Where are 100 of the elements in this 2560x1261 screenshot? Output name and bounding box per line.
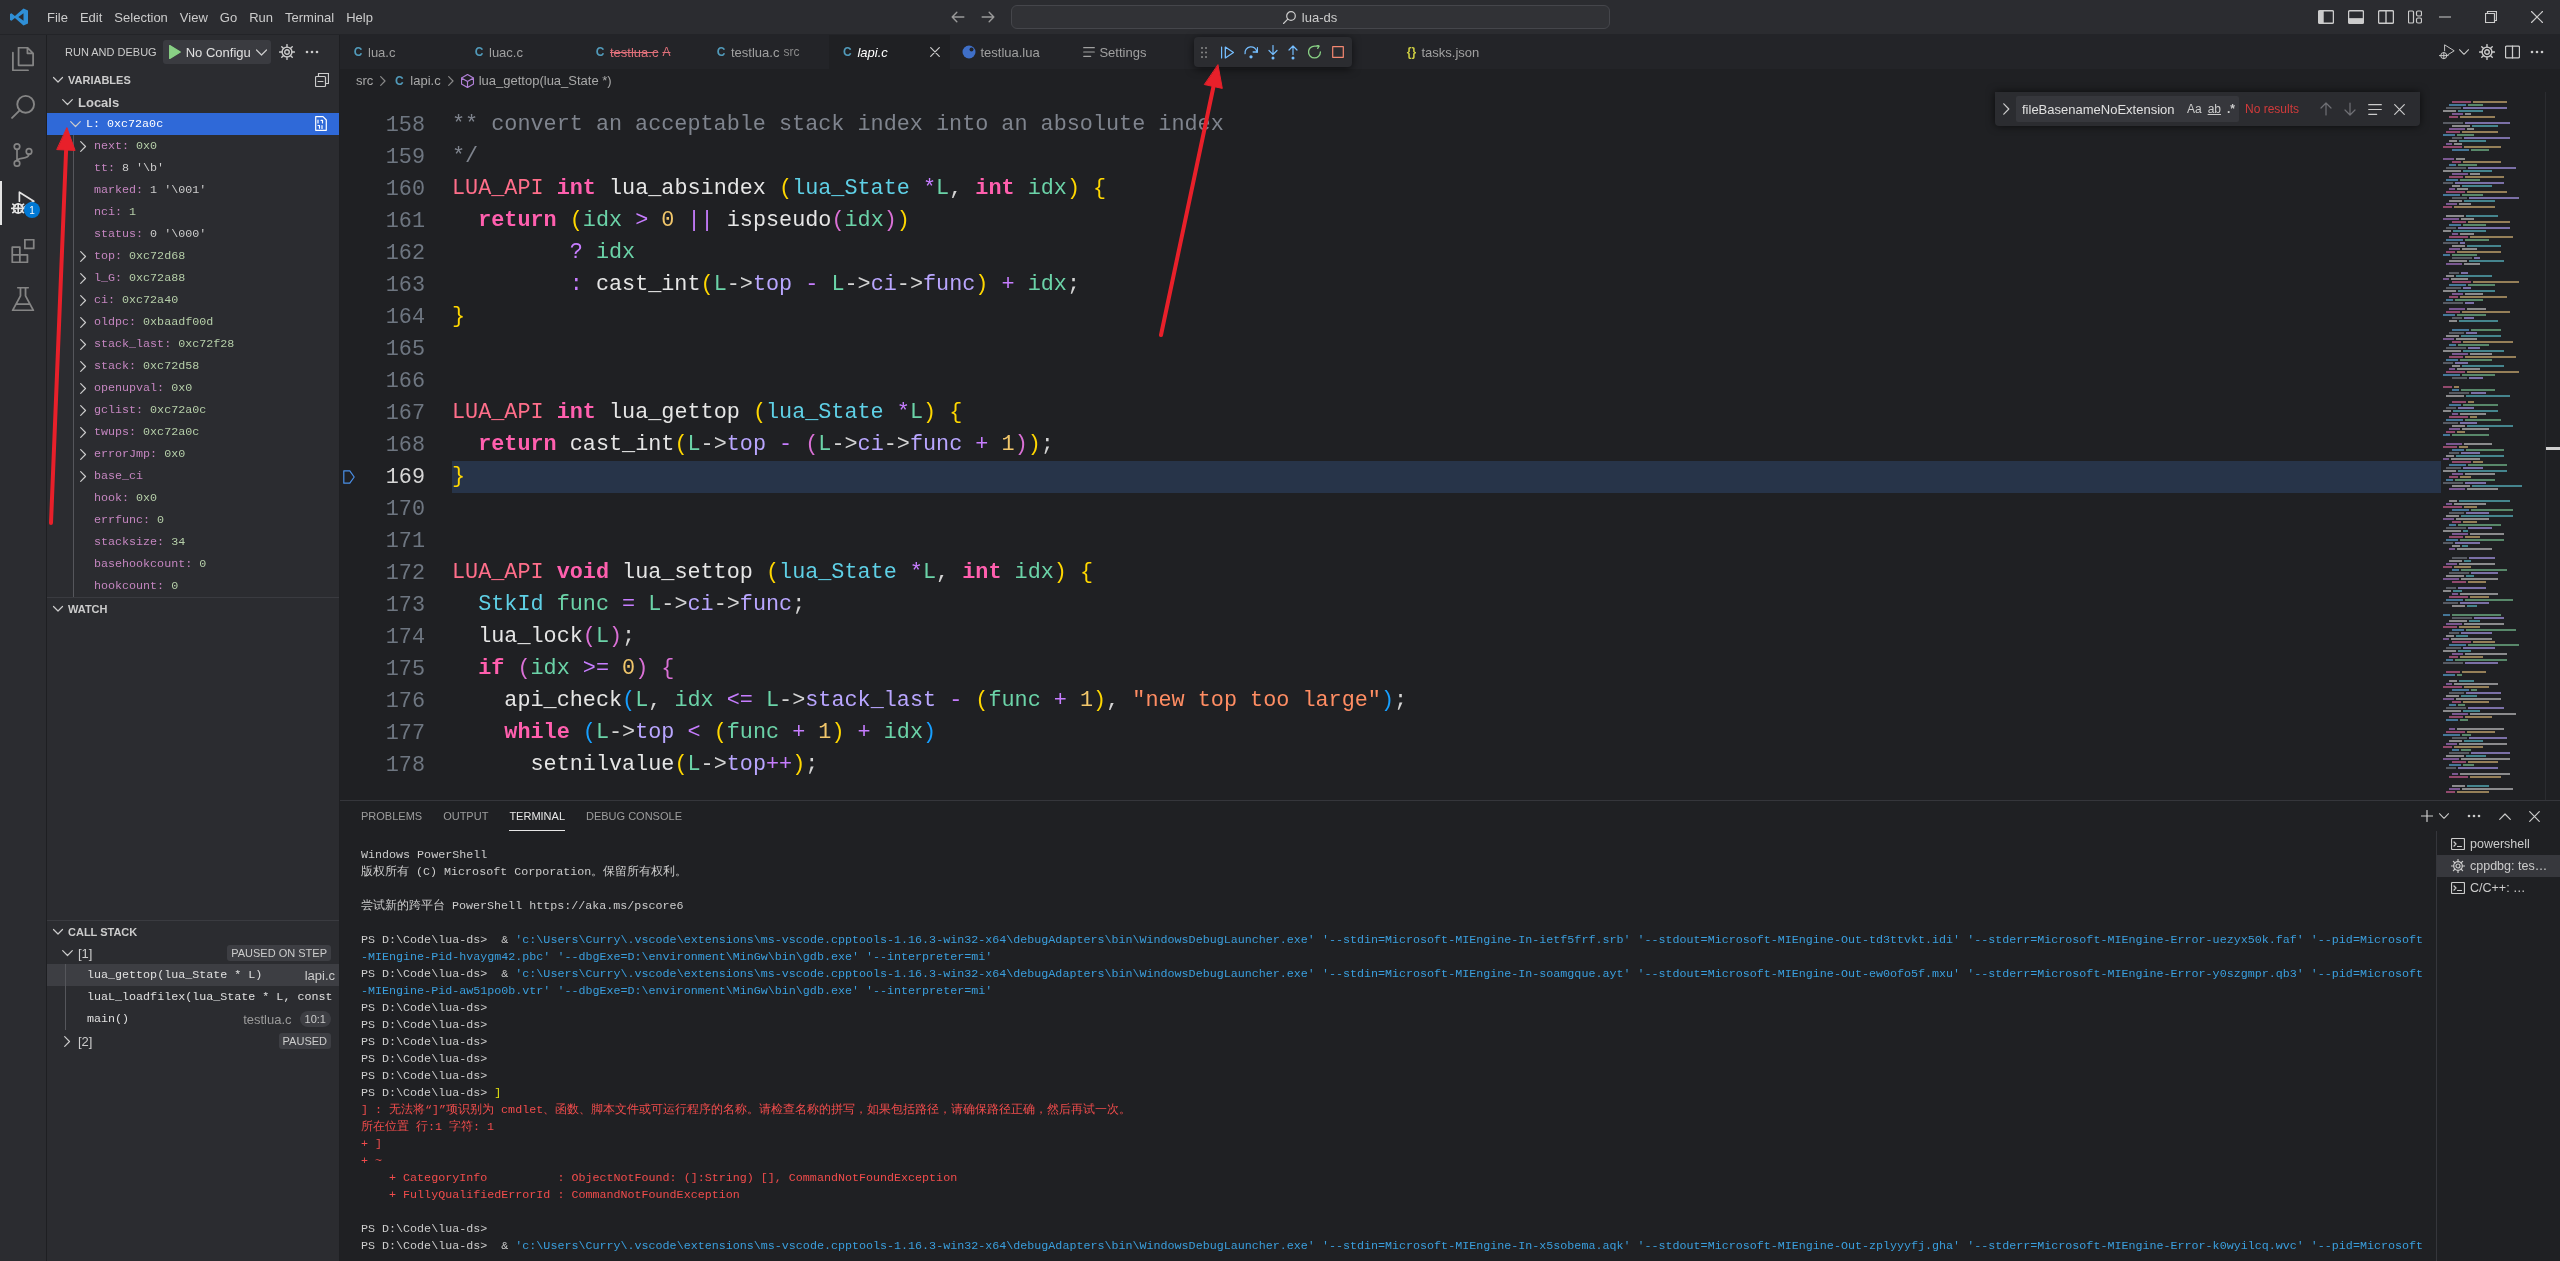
editor-tab[interactable]: Settings — [1071, 35, 1193, 69]
variable-item[interactable]: errorJmp: 0x0 — [47, 443, 339, 465]
variable-item[interactable]: stack: 0xc72d58 — [47, 355, 339, 377]
sidebar-left-icon[interactable] — [2318, 10, 2334, 24]
chevron-right-icon[interactable] — [79, 140, 87, 152]
breadcrumb-item[interactable]: lua_gettop(lua_State *) — [460, 73, 612, 88]
editor-tab[interactable]: C testlua.c src — [703, 35, 830, 69]
arc-arrow-icon[interactable] — [1244, 45, 1259, 59]
editor-tab[interactable]: C testlua.c A — [582, 35, 703, 69]
gear-icon[interactable] — [2479, 44, 2495, 60]
more-icon[interactable] — [2467, 814, 2481, 818]
variable-item[interactable]: basehookcount: 0 — [47, 553, 339, 575]
menu-item[interactable]: Selection — [108, 9, 174, 25]
chevron-right-icon[interactable] — [79, 272, 87, 284]
blocks-icon[interactable] — [11, 239, 35, 263]
play-bug-icon[interactable] — [11, 191, 35, 215]
command-center[interactable]: lua-ds — [1010, 5, 1610, 29]
arrow-down-icon[interactable] — [2344, 102, 2356, 116]
breadcrumb-item[interactable]: src — [356, 73, 374, 88]
panel-tab[interactable]: OUTPUT — [443, 801, 489, 831]
menu-item[interactable]: Terminal — [279, 9, 341, 25]
gear-icon[interactable] — [278, 44, 295, 60]
binary-file-icon[interactable] — [315, 116, 327, 131]
menu-item[interactable]: View — [173, 9, 214, 25]
panel-tab[interactable]: TERMINAL — [509, 801, 565, 831]
caret-icon[interactable] — [2439, 813, 2449, 819]
chevron-right-icon[interactable] — [2003, 103, 2010, 115]
menu-item[interactable]: Go — [213, 9, 244, 25]
variable-item[interactable]: top: 0xc72d68 — [47, 245, 339, 267]
panel-tab[interactable]: PROBLEMS — [361, 801, 423, 831]
chevron-right-icon[interactable] — [79, 250, 87, 262]
find-option-toggle[interactable]: Aa — [2186, 102, 2202, 116]
thread-label[interactable]: [2] — [78, 1033, 93, 1049]
close-icon[interactable] — [930, 47, 941, 57]
variable-item[interactable]: hookcount: 0 — [47, 575, 339, 597]
breadcrumb-item[interactable]: C lapi.c — [393, 73, 441, 88]
menu-item[interactable]: File — [41, 9, 74, 25]
flask-icon[interactable] — [11, 287, 35, 311]
arrow-right-icon[interactable] — [980, 11, 995, 23]
variable-item[interactable]: marked: 1 '\001' — [47, 179, 339, 201]
menu-item[interactable]: Help — [340, 9, 379, 25]
grip-icon[interactable] — [1201, 46, 1208, 58]
restore-icon[interactable] — [2485, 11, 2497, 23]
panel-bottom-icon[interactable] — [2348, 10, 2364, 24]
editor-tab[interactable]: {} tasks.json — [1393, 35, 1515, 69]
refresh-icon[interactable] — [1308, 45, 1323, 59]
chevron-right-icon[interactable] — [79, 294, 87, 306]
section-title[interactable]: VARIABLES — [68, 74, 131, 86]
section-title[interactable]: CALL STACK — [68, 925, 138, 938]
variable-item[interactable]: l_G: 0xc72a88 — [47, 267, 339, 289]
chevron-right-icon[interactable] — [79, 338, 87, 350]
sidebar-right-icon[interactable] — [2378, 10, 2394, 24]
editor-tab[interactable]: C lapi.c — [829, 35, 951, 69]
variable-item[interactable]: stacksize: 34 — [47, 531, 339, 553]
arrow-up-icon[interactable] — [2320, 102, 2332, 116]
bar-play-icon[interactable] — [1221, 45, 1235, 59]
layout-icon[interactable] — [2408, 10, 2422, 24]
variable-item[interactable]: stack_last: 0xc72f28 — [47, 333, 339, 355]
find-option-toggle[interactable]: ab — [2207, 102, 2221, 116]
plus-icon[interactable] — [2421, 810, 2433, 822]
section-title[interactable]: WATCH — [68, 602, 108, 615]
chevron-right-icon[interactable] — [79, 404, 87, 416]
more-icon[interactable] — [2530, 50, 2544, 54]
chevron-right-icon[interactable] — [79, 426, 87, 438]
variable-item[interactable]: L: 0xc72a0c — [47, 113, 339, 135]
chevron-down-icon[interactable] — [61, 98, 73, 106]
chevron-down-icon[interactable] — [61, 949, 73, 957]
play-bug-icon[interactable] — [2439, 44, 2455, 60]
close-icon[interactable] — [2529, 810, 2540, 822]
stack-frame[interactable]: main() testlua.c 10:1 — [47, 1008, 339, 1030]
caret-icon[interactable] — [2459, 49, 2469, 55]
arrow-left-icon[interactable] — [950, 11, 965, 23]
variable-item[interactable]: oldpc: 0xbaadf00d — [47, 311, 339, 333]
thread-label[interactable]: [1] — [78, 945, 93, 961]
terminal-session-item[interactable]: powershell — [2437, 833, 2560, 855]
collapse-all-icon[interactable] — [315, 73, 329, 87]
menu-item[interactable]: Run — [243, 9, 279, 25]
variable-item[interactable]: twups: 0xc72a0c — [47, 421, 339, 443]
close-icon[interactable] — [2531, 11, 2543, 23]
variable-item[interactable]: Locals — [47, 91, 339, 113]
variable-item[interactable]: status: 0 '\000' — [47, 223, 339, 245]
terminal-session-item[interactable]: C/C++: … — [2437, 877, 2560, 899]
chevron-right-icon[interactable] — [79, 470, 87, 482]
chevron-right-icon[interactable] — [63, 1035, 71, 1047]
panel-tab[interactable]: DEBUG CONSOLE — [586, 801, 682, 831]
close-icon[interactable] — [2394, 103, 2405, 115]
chevron-up-icon[interactable] — [2499, 812, 2511, 820]
search-icon[interactable] — [11, 95, 35, 119]
variable-item[interactable]: openupval: 0x0 — [47, 377, 339, 399]
editor-tab[interactable]: C lua.c — [340, 35, 461, 69]
find-option-toggle[interactable]: .* — [2227, 102, 2235, 116]
files-icon[interactable] — [11, 47, 35, 71]
menu-item[interactable]: Edit — [73, 9, 109, 25]
find-input[interactable]: fileBasenameNoExtension Aa ab .* — [2016, 96, 2239, 122]
variable-item[interactable]: errfunc: 0 — [47, 509, 339, 531]
up-arrow-dot-icon[interactable] — [1288, 44, 1299, 60]
variable-item[interactable]: nci: 1 — [47, 201, 339, 223]
chevron-right-icon[interactable] — [79, 448, 87, 460]
terminal-session-item[interactable]: cppdbg: tes… — [2437, 855, 2560, 877]
editor-tab[interactable]: testlua.lua — [950, 35, 1072, 69]
